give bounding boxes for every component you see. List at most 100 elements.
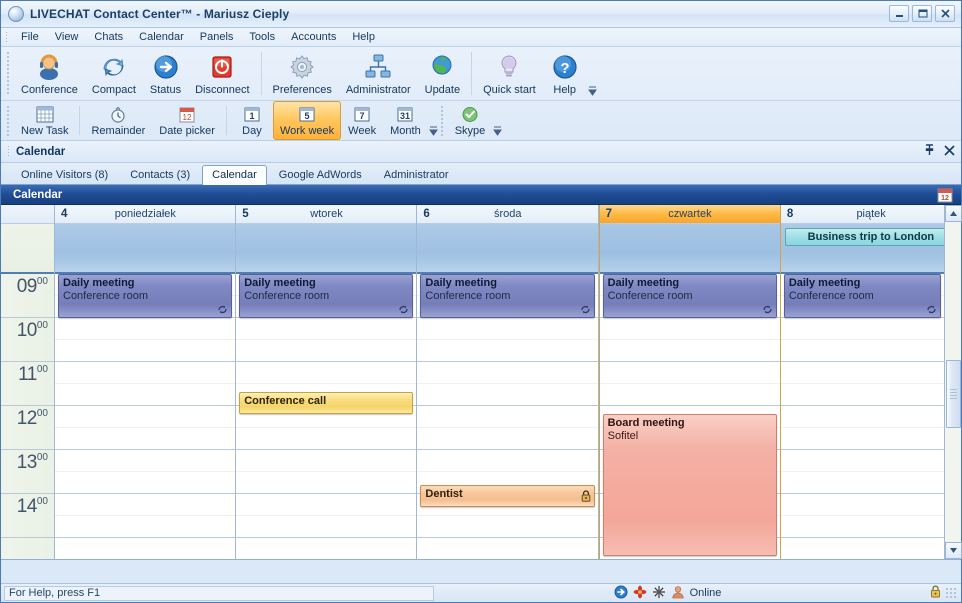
- person-icon[interactable]: [671, 585, 685, 602]
- time-slot[interactable]: [780, 384, 962, 406]
- toolbar-button-new-task[interactable]: New Task: [14, 101, 75, 140]
- time-slot[interactable]: [236, 494, 417, 516]
- scroll-up-icon[interactable]: [945, 205, 962, 222]
- time-slot[interactable]: [55, 472, 236, 494]
- time-slots[interactable]: Daily meeting Conference room Board meet…: [599, 274, 780, 559]
- close-icon[interactable]: [944, 144, 955, 159]
- vertical-scrollbar[interactable]: [944, 205, 962, 559]
- lock-icon[interactable]: [930, 585, 941, 601]
- calendar-toolbar-overflow-button[interactable]: [428, 101, 439, 140]
- time-slot[interactable]: [417, 516, 598, 538]
- menu-item-chats[interactable]: Chats: [86, 29, 131, 45]
- appointment[interactable]: Daily meeting Conference room: [420, 274, 595, 318]
- time-slots[interactable]: Daily meeting Conference room: [780, 274, 962, 559]
- time-slot[interactable]: [780, 472, 962, 494]
- time-slot[interactable]: [236, 450, 417, 472]
- time-slot[interactable]: [236, 428, 417, 450]
- time-slot[interactable]: [236, 516, 417, 538]
- toolbar-button-work-week[interactable]: 5 Work week: [272, 101, 342, 140]
- menu-item-help[interactable]: Help: [344, 29, 383, 45]
- toolbar-button-conference[interactable]: Conference: [14, 47, 85, 100]
- menu-item-panels[interactable]: Panels: [192, 29, 242, 45]
- toolbar-button-update[interactable]: Update: [418, 47, 467, 100]
- skype-toolbar-overflow-button[interactable]: [492, 101, 503, 140]
- toolbar-button-disconnect[interactable]: Disconnect: [188, 47, 256, 100]
- tab-google-adwords[interactable]: Google AdWords: [269, 165, 372, 184]
- appointment[interactable]: Daily meeting Conference room: [58, 274, 233, 318]
- time-slot[interactable]: [55, 406, 236, 428]
- time-slot[interactable]: [780, 318, 962, 340]
- allday-area[interactable]: [55, 224, 236, 274]
- time-slots[interactable]: Daily meeting Conference room Conference…: [236, 274, 417, 559]
- allday-area[interactable]: [599, 224, 780, 274]
- toolbar-button-month[interactable]: 31 Month: [383, 101, 428, 140]
- appointment[interactable]: Daily meeting Conference room: [239, 274, 414, 318]
- tab-administrator[interactable]: Administrator: [374, 165, 459, 184]
- toolbar-button-help[interactable]: ? Help: [543, 47, 587, 100]
- time-slot[interactable]: [417, 384, 598, 406]
- allday-area[interactable]: Business trip to London: [780, 224, 962, 274]
- time-slot[interactable]: [417, 406, 598, 428]
- time-slot[interactable]: [599, 384, 780, 406]
- time-slot[interactable]: [236, 340, 417, 362]
- toolbar-button-status[interactable]: Status: [143, 47, 188, 100]
- toolbar-button-quick-start[interactable]: Quick start: [476, 47, 543, 100]
- appointment[interactable]: Board meeting Sofitel: [602, 414, 777, 556]
- appointment[interactable]: Daily meeting Conference room: [783, 274, 942, 318]
- toolbar-grip[interactable]: [6, 105, 10, 136]
- toolbar-button-skype[interactable]: Skype: [448, 101, 493, 140]
- time-slot[interactable]: [780, 494, 962, 516]
- calendar-icon[interactable]: 12: [937, 187, 953, 206]
- day-column-tuesday[interactable]: 5 wtorek Daily meeting Conference room C…: [236, 205, 418, 559]
- time-slot[interactable]: [417, 362, 598, 384]
- time-slot[interactable]: [55, 428, 236, 450]
- menu-item-file[interactable]: File: [13, 29, 47, 45]
- time-slot[interactable]: [780, 340, 962, 362]
- day-column-thursday[interactable]: 7 czwartek Daily meeting Conference room: [598, 205, 781, 559]
- toolbar-button-compact[interactable]: Compact: [85, 47, 143, 100]
- menu-item-view[interactable]: View: [47, 29, 87, 45]
- panel-grip[interactable]: [7, 145, 10, 158]
- time-slot[interactable]: [236, 318, 417, 340]
- tab-online-visitors[interactable]: Online Visitors (8): [11, 165, 118, 184]
- day-column-wednesday[interactable]: 6 środa Daily meeting Conference room De…: [417, 205, 599, 559]
- time-slots[interactable]: Daily meeting Conference room Dentist: [417, 274, 598, 559]
- time-slot[interactable]: [599, 318, 780, 340]
- time-slot[interactable]: [599, 362, 780, 384]
- toolbar-button-date-picker[interactable]: 12 Date picker: [152, 101, 222, 140]
- day-column-friday[interactable]: 8 piątek Business trip to London Daily m…: [780, 205, 962, 559]
- allday-event[interactable]: Business trip to London: [784, 228, 958, 246]
- allday-area[interactable]: [417, 224, 598, 274]
- time-slot[interactable]: [417, 428, 598, 450]
- time-slot[interactable]: [55, 450, 236, 472]
- time-slot[interactable]: [55, 340, 236, 362]
- appointment[interactable]: Conference call: [239, 392, 414, 414]
- menu-item-tools[interactable]: Tools: [241, 29, 283, 45]
- time-slot[interactable]: [236, 472, 417, 494]
- red-flower-icon[interactable]: [633, 585, 647, 602]
- tab-contacts[interactable]: Contacts (3): [120, 165, 200, 184]
- toolbar-button-remainder[interactable]: Remainder: [84, 101, 152, 140]
- appointment[interactable]: Dentist: [420, 485, 595, 507]
- time-slot[interactable]: [780, 516, 962, 538]
- pin-icon[interactable]: [924, 144, 935, 159]
- time-slot[interactable]: [55, 384, 236, 406]
- skype-toolbar-grip[interactable]: [439, 105, 444, 136]
- day-column-monday[interactable]: 4 poniedziałek Daily meeting Conference …: [55, 205, 237, 559]
- snowflake-icon[interactable]: [652, 585, 666, 602]
- time-slot[interactable]: [417, 318, 598, 340]
- time-slot[interactable]: [417, 340, 598, 362]
- allday-area[interactable]: [236, 224, 417, 274]
- minimize-button[interactable]: [889, 5, 909, 22]
- toolbar-overflow-button[interactable]: [587, 47, 598, 100]
- time-slots[interactable]: Daily meeting Conference room: [55, 274, 236, 559]
- time-slot[interactable]: [780, 406, 962, 428]
- scrollbar-thumb[interactable]: [946, 360, 961, 428]
- tab-calendar[interactable]: Calendar: [202, 165, 267, 185]
- toolbar-grip[interactable]: [6, 51, 10, 96]
- scroll-down-icon[interactable]: [945, 542, 962, 559]
- close-button[interactable]: [935, 5, 955, 22]
- time-slot[interactable]: [55, 516, 236, 538]
- menu-grip[interactable]: [5, 30, 8, 44]
- resize-grip[interactable]: [945, 587, 957, 599]
